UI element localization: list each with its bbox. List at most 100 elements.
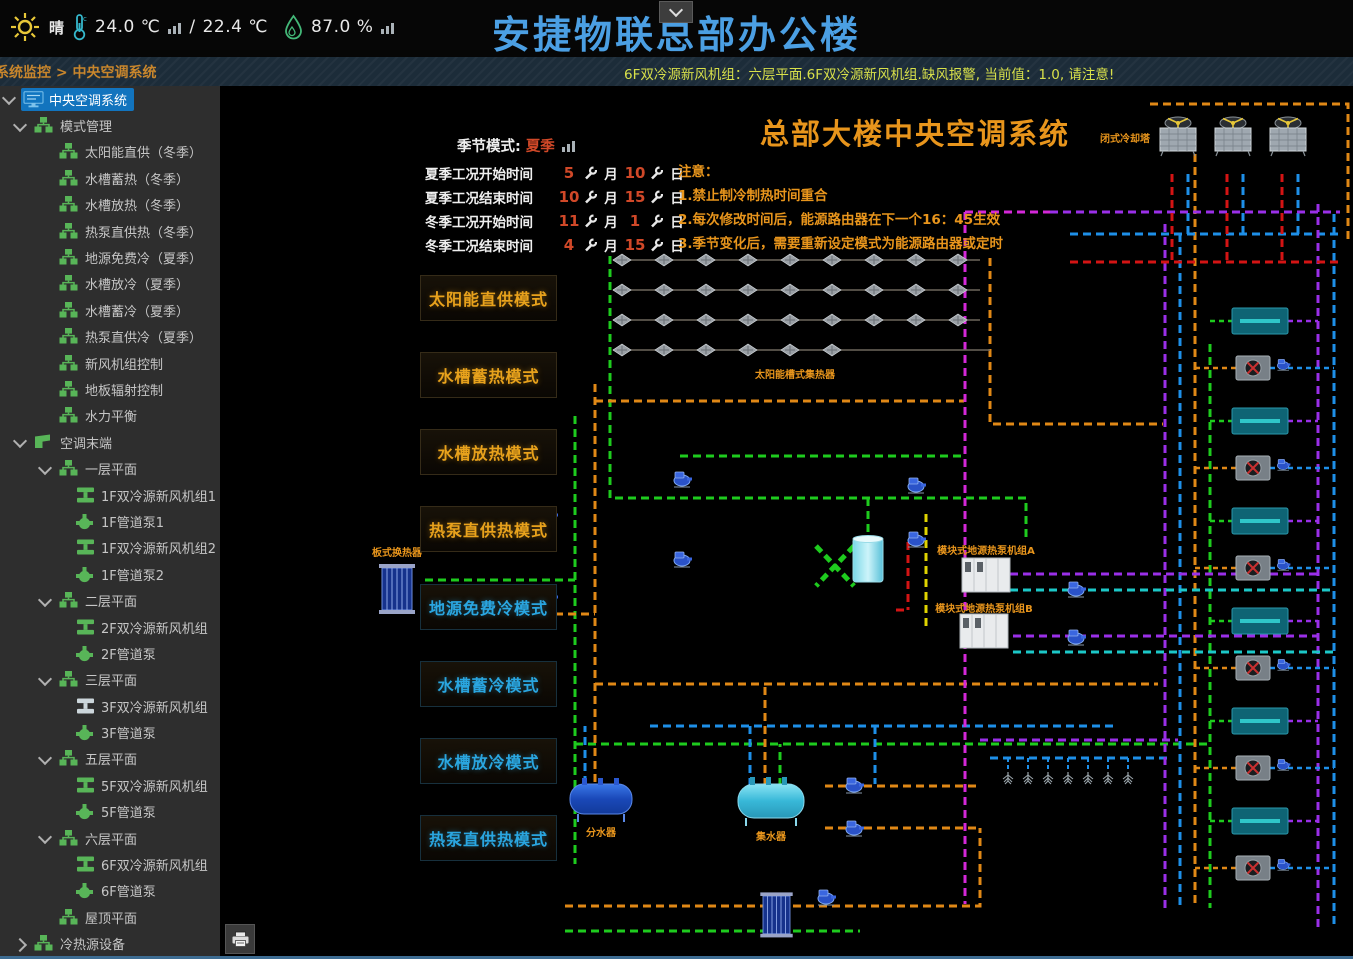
trend-chart-icon[interactable] xyxy=(561,139,576,152)
schedule-label: 冬季工况结束时间 xyxy=(425,235,557,255)
schedule-day-value[interactable]: 1 xyxy=(623,212,647,230)
tree-expander-icon[interactable] xyxy=(2,91,16,105)
mode-button[interactable]: 水槽放冷模式 xyxy=(420,738,557,784)
tree-item[interactable]: 热泵直供冷（夏季） xyxy=(0,324,220,350)
tree-item-icon xyxy=(34,117,55,134)
wrench-icon[interactable] xyxy=(583,238,597,252)
tree-item[interactable]: 3F双冷源新风机组 xyxy=(0,693,220,719)
tree-expander-icon[interactable] xyxy=(38,461,52,475)
wrench-icon[interactable] xyxy=(583,190,597,204)
tree-item[interactable]: 空调末端 xyxy=(0,429,220,455)
pump-icon xyxy=(75,724,94,741)
tree-item[interactable]: 一层平面 xyxy=(0,455,220,481)
tree-expander-icon[interactable] xyxy=(38,593,52,607)
tree-item-label: 水槽蓄热（冬季） xyxy=(85,169,189,188)
tree-item-icon xyxy=(59,830,80,847)
tree-item-label: 6F双冷源新风机组 xyxy=(101,855,208,874)
schedule-day-value[interactable]: 10 xyxy=(623,164,647,182)
tree-item[interactable]: 1F管道泵2 xyxy=(0,561,220,587)
tree-item[interactable]: 2F管道泵 xyxy=(0,640,220,666)
tree-item-label: 地源免费冷（夏季） xyxy=(85,248,202,267)
tree-item-label: 5F管道泵 xyxy=(101,802,156,821)
tree-item[interactable]: 三层平面 xyxy=(0,667,220,693)
tree-item-label: 6F管道泵 xyxy=(101,881,156,900)
tree-item-label: 新风机组控制 xyxy=(85,354,163,373)
tree-item[interactable]: 2F双冷源新风机组 xyxy=(0,614,220,640)
tree-item[interactable]: 5F管道泵 xyxy=(0,799,220,825)
schedule-label: 夏季工况结束时间 xyxy=(425,187,557,207)
tree-item[interactable]: 地板辐射控制 xyxy=(0,376,220,402)
mode-button[interactable]: 热泵直供热模式 xyxy=(420,815,557,861)
tree-item[interactable]: 水槽放冷（夏季） xyxy=(0,271,220,297)
tree-item[interactable]: 6F管道泵 xyxy=(0,878,220,904)
schedule-day-value[interactable]: 15 xyxy=(623,236,647,254)
tree-item[interactable]: 5F双冷源新风机组 xyxy=(0,772,220,798)
tree-item-icon xyxy=(59,328,80,345)
print-button[interactable] xyxy=(225,924,255,954)
tree-item[interactable]: 中央空调系统 xyxy=(0,86,220,112)
schedule-month-value[interactable]: 10 xyxy=(557,188,581,206)
mode-button[interactable]: 水槽蓄冷模式 xyxy=(420,661,557,707)
tree-item[interactable]: 水槽放热（冬季） xyxy=(0,192,220,218)
tree-item[interactable]: 1F管道泵1 xyxy=(0,508,220,534)
tree-item-label: 热泵直供热（冬季） xyxy=(85,222,202,241)
schedule-month-value[interactable]: 5 xyxy=(557,164,581,182)
tree-item[interactable]: 6F双冷源新风机组 xyxy=(0,851,220,877)
tree-item[interactable]: 热泵直供热（冬季） xyxy=(0,218,220,244)
tree-expander-icon[interactable] xyxy=(38,751,52,765)
tree-item[interactable]: 六层平面 xyxy=(0,825,220,851)
water-distributor: 分水器 xyxy=(570,778,632,839)
mode-button[interactable]: 水槽放热模式 xyxy=(420,429,557,475)
cooling-towers: 闭式冷却塔 xyxy=(1100,117,1306,156)
mode-button[interactable]: 热泵直供热模式 xyxy=(420,506,557,552)
tree-expander-icon[interactable] xyxy=(38,830,52,844)
tree-item[interactable]: 水力平衡 xyxy=(0,403,220,429)
schedule-day-value[interactable]: 15 xyxy=(623,188,647,206)
tree-item[interactable]: 地源免费冷（夏季） xyxy=(0,244,220,270)
tree-expander-icon[interactable] xyxy=(13,118,27,132)
schedule-month-value[interactable]: 4 xyxy=(557,236,581,254)
tree-item[interactable]: 模式管理 xyxy=(0,112,220,138)
monitor-icon xyxy=(23,91,44,108)
tree-item-icon xyxy=(59,381,80,398)
tree-item[interactable]: 冷热源设备 xyxy=(0,931,220,957)
tree-item-icon xyxy=(75,724,96,741)
tree-item[interactable]: 二层平面 xyxy=(0,587,220,613)
wrench-icon[interactable] xyxy=(583,214,597,228)
tree-item-label: 六层平面 xyxy=(85,829,137,848)
pump-icon xyxy=(75,882,94,899)
mode-button[interactable]: 水槽蓄热模式 xyxy=(420,352,557,398)
sitemap-icon xyxy=(59,143,78,159)
tree-expander-icon[interactable] xyxy=(13,938,27,952)
tree-item-label: 五层平面 xyxy=(85,749,137,768)
breadcrumb-alarm-bar: 系统监控 > 中央空调系统 6F双冷源新风机组：六层平面.6F双冷源新风机组.缺… xyxy=(0,57,1353,86)
wrench-icon[interactable] xyxy=(649,214,663,228)
tree-expander-icon[interactable] xyxy=(13,434,27,448)
tree-item[interactable]: 1F双冷源新风机组1 xyxy=(0,482,220,508)
schedule-label: 夏季工况开始时间 xyxy=(425,163,557,183)
tree-item[interactable]: 水槽蓄热（冬季） xyxy=(0,165,220,191)
tree-item[interactable]: 3F管道泵 xyxy=(0,719,220,745)
tree-item[interactable]: 1F双冷源新风机组2 xyxy=(0,535,220,561)
tree-item-label: 模式管理 xyxy=(60,116,112,135)
tree-item-label: 一层平面 xyxy=(85,459,137,478)
header-collapse-button[interactable] xyxy=(659,1,693,23)
wrench-icon[interactable] xyxy=(649,166,663,180)
tree-item[interactable]: 太阳能直供（冬季） xyxy=(0,139,220,165)
chiller-a-label: 模块式地源热泵机组A xyxy=(937,544,1035,557)
tree-item-label: 3F双冷源新风机组 xyxy=(101,697,208,716)
wrench-icon[interactable] xyxy=(649,238,663,252)
wrench-icon[interactable] xyxy=(583,166,597,180)
schedule-label: 冬季工况开始时间 xyxy=(425,211,557,231)
tree-item[interactable]: 屋顶平面 xyxy=(0,904,220,930)
tree-expander-icon[interactable] xyxy=(38,672,52,686)
schedule-month-value[interactable]: 11 xyxy=(557,212,581,230)
mode-button[interactable]: 地源免费冷模式 xyxy=(420,584,557,630)
mode-button[interactable]: 太阳能直供模式 xyxy=(420,275,557,321)
breadcrumb[interactable]: 系统监控 > 中央空调系统 xyxy=(0,62,156,82)
wrench-icon[interactable] xyxy=(649,190,663,204)
tree-item[interactable]: 水槽蓄冷（夏季） xyxy=(0,297,220,323)
tree-item[interactable]: 新风机组控制 xyxy=(0,350,220,376)
tree-item[interactable]: 五层平面 xyxy=(0,746,220,772)
tree-item-icon xyxy=(34,434,55,451)
